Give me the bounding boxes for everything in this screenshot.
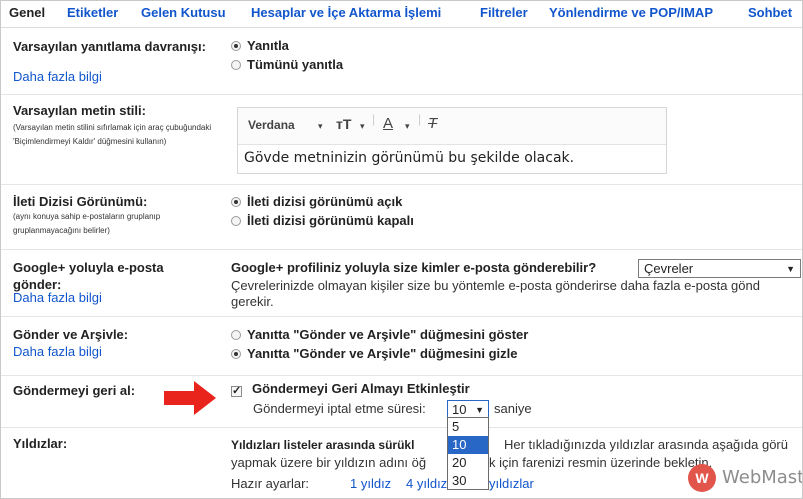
tab-gelen-kutusu[interactable]: Gelen Kutusu [141, 5, 226, 20]
tab-etiketler[interactable]: Etiketler [67, 5, 118, 20]
conversation-off-option[interactable]: İleti dizisi görünümü kapalı [231, 212, 414, 230]
reply-label: Varsayılan yanıtlama davranışı: [13, 39, 206, 54]
settings-tabs: Genel Etiketler Gelen Kutusu Hesaplar ve… [1, 1, 802, 28]
stars-line1-a: Yıldızları listeler arasında sürükl [231, 438, 415, 452]
toolbar-divider: | [372, 112, 376, 126]
settings-panel: Genel Etiketler Gelen Kutusu Hesaplar ve… [0, 0, 803, 499]
conversation-label: İleti Dizisi Görünümü: [13, 194, 148, 209]
dropdown-option-selected[interactable]: 10 [448, 436, 488, 454]
dropdown-option[interactable]: 30 [448, 472, 488, 490]
archive-show-option[interactable]: Yanıtta "Gönder ve Arşivle" düğmesini gö… [231, 326, 528, 344]
reply-all-option[interactable]: Tümünü yanıtla [231, 56, 343, 74]
font-select[interactable]: Verdana [248, 118, 295, 132]
chevron-down-icon[interactable]: ▾ [318, 121, 323, 132]
gplus-note: Çevrelerinizde olmayan kişiler size bu y… [231, 278, 760, 309]
conversation-on-option[interactable]: İleti dizisi görünümü açık [231, 193, 402, 211]
gplus-question: Google+ profiliniz yoluyla size kimler e… [231, 260, 597, 275]
preset-1-star[interactable]: 1 yıldız [350, 476, 391, 492]
undo-period-dropdown: 5 10 20 30 [447, 417, 489, 490]
presets-label: Hazır ayarlar: [231, 476, 310, 491]
format-toolbar: Verdana ▾ тT ▾ | A ▾ | T [238, 108, 666, 145]
stars-line2-a: yapmak üzere bir yıldızın adını öğ [231, 455, 427, 470]
radio-icon[interactable] [231, 197, 241, 207]
webmasto-watermark: W WebMasto [684, 460, 802, 498]
gplus-select[interactable]: Çevreler ▼ [638, 259, 801, 278]
archive-label: Gönder ve Arşivle: [13, 327, 129, 342]
text-color-icon[interactable]: A [383, 115, 393, 132]
tab-sohbet[interactable]: Sohbet [748, 5, 792, 20]
webmasto-logo-icon: W [688, 464, 716, 492]
watermark-text: WebMasto [722, 467, 802, 488]
text-style-editor[interactable]: Verdana ▾ тT ▾ | A ▾ | T Gövde metninizi… [237, 107, 667, 174]
chevron-down-icon: ▼ [786, 264, 795, 274]
stars-label: Yıldızlar: [13, 436, 68, 451]
font-size-icon[interactable]: тT [336, 116, 351, 132]
radio-icon[interactable] [231, 60, 241, 70]
tab-filtreler[interactable]: Filtreler [480, 5, 528, 20]
tab-yonlendirme[interactable]: Yönlendirme ve POP/IMAP [549, 5, 713, 20]
preset-all-stars[interactable]: yıldızlar [489, 476, 534, 492]
gplus-more-link[interactable]: Daha fazla bilgi [13, 290, 102, 305]
gplus-label: Google+ yoluyla e-posta gönder: [13, 260, 164, 292]
text-style-description: (Varsayılan metin stilini sıfırlamak içi… [13, 123, 212, 146]
red-arrow-icon [164, 381, 216, 415]
gplus-section: Google+ yoluyla e-posta gönder: Daha faz… [1, 250, 802, 317]
conversation-description: (aynı konuya sahip e-postaların gruplanı… [13, 212, 161, 235]
undo-enable-checkbox[interactable]: ✓ Göndermeyi Geri Almayı Etkinleştir [231, 380, 470, 398]
checkmark-icon[interactable]: ✓ [231, 386, 242, 397]
undo-section: Göndermeyi geri al: ✓ Göndermeyi Geri Alm… [1, 376, 802, 428]
dropdown-option[interactable]: 5 [448, 418, 488, 436]
text-style-label: Varsayılan metin stili: [13, 103, 146, 118]
tab-hesaplar[interactable]: Hesaplar ve İçe Aktarma İşlemi [251, 5, 441, 20]
dropdown-option[interactable]: 20 [448, 454, 488, 472]
radio-icon[interactable] [231, 41, 241, 51]
undo-period-label: Göndermeyi iptal etme süresi: [253, 401, 426, 416]
editor-sample-text[interactable]: Gövde metninizin görünümü bu şekilde ola… [244, 150, 574, 166]
archive-section: Gönder ve Arşivle: Daha fazla bilgi Yanı… [1, 317, 802, 376]
archive-hide-option[interactable]: Yanıtta "Gönder ve Arşivle" düğmesini gi… [231, 345, 517, 363]
reply-option[interactable]: Yanıtla [231, 37, 289, 55]
conversation-section: İleti Dizisi Görünümü: (aynı konuya sahi… [1, 185, 802, 250]
radio-icon[interactable] [231, 349, 241, 359]
remove-formatting-icon[interactable]: T [428, 115, 437, 132]
undo-unit: saniye [494, 401, 532, 416]
stars-section: Yıldızlar: Yıldızları listeler arasında … [1, 428, 802, 498]
reply-section: Varsayılan yanıtlama davranışı: Daha faz… [1, 28, 802, 95]
toolbar-divider: | [418, 112, 422, 126]
stars-line2-b: k için farenizi resmin üzerinde bekletin… [489, 455, 713, 470]
tab-genel[interactable]: Genel [9, 5, 45, 20]
reply-more-link[interactable]: Daha fazla bilgi [13, 69, 102, 84]
stars-line1-b: Her tıkladığınızda yıldızlar arasında aş… [504, 437, 788, 452]
radio-icon[interactable] [231, 216, 241, 226]
archive-more-link[interactable]: Daha fazla bilgi [13, 344, 102, 359]
preset-4-stars[interactable]: 4 yıldız [406, 476, 447, 492]
chevron-down-icon[interactable]: ▾ [405, 121, 410, 132]
chevron-down-icon[interactable]: ▾ [360, 121, 365, 132]
undo-label: Göndermeyi geri al: [13, 383, 136, 398]
radio-icon[interactable] [231, 330, 241, 340]
